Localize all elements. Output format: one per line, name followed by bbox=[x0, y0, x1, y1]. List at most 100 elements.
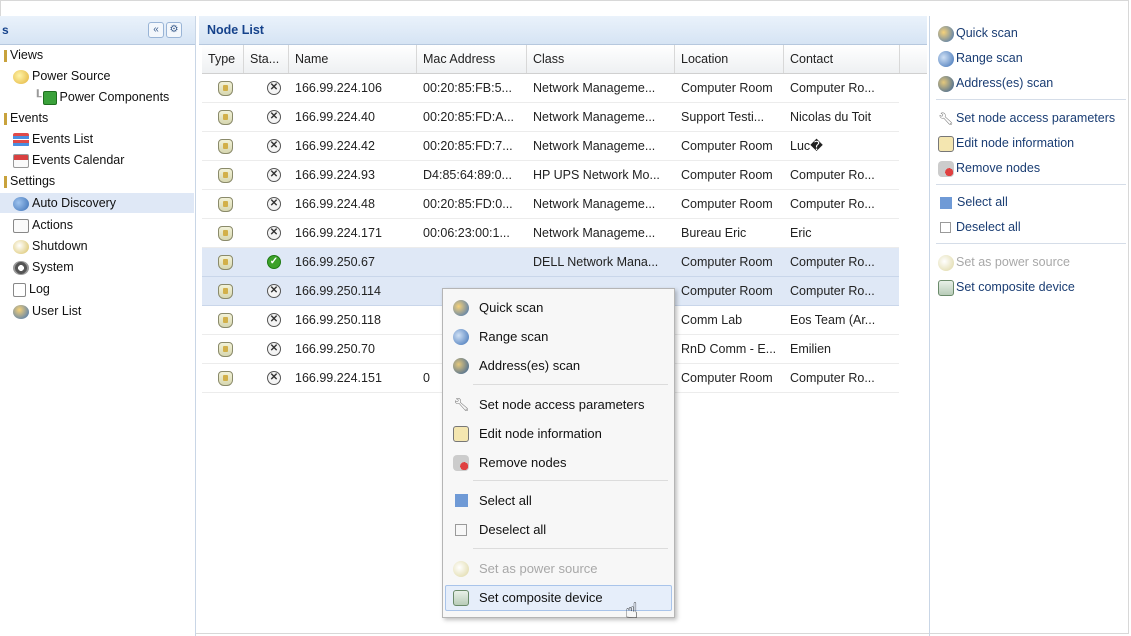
address-scan-icon bbox=[938, 75, 954, 92]
table-row[interactable]: ✕ 166.99.224.48 00:20:85:FD:0... Network Ma… bbox=[202, 190, 899, 219]
cell-contact: Computer Ro... bbox=[790, 81, 875, 95]
remove-icon bbox=[453, 455, 469, 471]
column-header-mac-address[interactable]: Mac Address bbox=[417, 45, 527, 73]
cell-location: Comm Lab bbox=[681, 313, 743, 327]
device-type-icon bbox=[218, 371, 233, 386]
panel-settings-gear-icon[interactable]: ⚙ bbox=[166, 22, 182, 38]
cell-name: 166.99.224.171 bbox=[295, 226, 382, 240]
tree-item-auto-discovery[interactable]: Auto Discovery bbox=[0, 193, 194, 213]
tree-item-system[interactable]: System bbox=[13, 257, 74, 277]
column-header-location[interactable]: Location bbox=[675, 45, 784, 73]
status-error-icon: ✕ bbox=[267, 110, 281, 124]
cell-class: Network Manageme... bbox=[533, 197, 656, 211]
table-row[interactable]: ✕ 166.99.224.42 00:20:85:FD:7... Network Ma… bbox=[202, 132, 899, 161]
action-deselect-all[interactable]: Deselect all bbox=[938, 217, 1021, 237]
menu-item-remove-nodes[interactable]: Remove nodes bbox=[445, 450, 672, 476]
tree-item-shutdown[interactable]: Shutdown bbox=[13, 236, 88, 256]
cell-mac-address: 00:20:85:FD:0... bbox=[423, 197, 513, 211]
tree-item-log[interactable]: Log bbox=[13, 279, 50, 299]
tree-group-events[interactable]: Events bbox=[4, 108, 48, 128]
navigation-panel-header: s « ⚙ bbox=[0, 16, 195, 45]
cell-class: Network Manageme... bbox=[533, 81, 656, 95]
navigation-panel: s « ⚙ Views Power Source ┖ Power Componen… bbox=[0, 16, 196, 636]
node-list-title: Node List bbox=[207, 23, 264, 37]
cell-name: 166.99.250.118 bbox=[295, 313, 381, 327]
address-scan-icon bbox=[453, 358, 469, 374]
table-row[interactable]: ✕ 166.99.224.40 00:20:85:FD:A... Network Ma… bbox=[202, 103, 899, 132]
tree-item-events-calendar[interactable]: Events Calendar bbox=[13, 150, 124, 170]
action-address-scan[interactable]: Address(es) scan bbox=[938, 73, 1053, 93]
column-header-name[interactable]: Name bbox=[289, 45, 417, 73]
cell-class: DELL Network Mana... bbox=[533, 255, 659, 269]
cell-location: Computer Room bbox=[681, 255, 773, 269]
tree-item-power-components[interactable]: ┖ Power Components bbox=[34, 87, 169, 107]
cell-contact: Computer Ro... bbox=[790, 284, 875, 298]
device-type-icon bbox=[218, 110, 233, 125]
cell-class: HP UPS Network Mo... bbox=[533, 168, 660, 182]
cell-name: 166.99.224.40 bbox=[295, 110, 375, 124]
cell-location: Computer Room bbox=[681, 139, 773, 153]
action-remove-nodes[interactable]: Remove nodes bbox=[938, 158, 1040, 178]
cell-contact: Emilien bbox=[790, 342, 831, 356]
device-type-icon bbox=[218, 197, 233, 212]
menu-item-select-all[interactable]: Select all bbox=[445, 488, 672, 514]
cell-name: 166.99.224.151 bbox=[295, 371, 382, 385]
device-type-icon bbox=[218, 139, 233, 154]
tree-item-user-list[interactable]: User List bbox=[13, 301, 81, 321]
collapse-panel-button[interactable]: « bbox=[148, 22, 164, 38]
tree-connector-icon: ┖ bbox=[34, 90, 42, 104]
column-header-status[interactable]: Sta... bbox=[244, 45, 289, 73]
context-menu: Quick scan Range scan Address(es) scan 🔧… bbox=[442, 288, 675, 618]
status-error-icon: ✕ bbox=[267, 139, 281, 153]
cell-contact: Nicolas du Toit bbox=[790, 110, 872, 124]
status-error-icon: ✕ bbox=[267, 168, 281, 182]
status-error-icon: ✕ bbox=[267, 226, 281, 240]
menu-item-address-scan[interactable]: Address(es) scan bbox=[445, 353, 672, 379]
grid-header: Type Sta... Name Mac Address Class Locat… bbox=[202, 45, 927, 74]
wrench-icon: 🔧︎ bbox=[453, 397, 470, 412]
action-set-node-access-parameters[interactable]: 🔧︎ Set node access parameters bbox=[938, 108, 1115, 128]
column-header-class[interactable]: Class bbox=[527, 45, 675, 73]
tree-item-actions[interactable]: Actions bbox=[13, 215, 73, 235]
device-type-icon bbox=[218, 342, 233, 357]
remove-icon bbox=[938, 160, 954, 177]
auto-discovery-icon bbox=[13, 196, 29, 211]
cell-mac-address: 00:20:85:FB:5... bbox=[423, 81, 512, 95]
actions-divider bbox=[936, 184, 1126, 185]
device-type-icon bbox=[218, 226, 233, 241]
cell-mac-address: 00:06:23:00:1... bbox=[423, 226, 510, 240]
cell-contact: Eos Team (Ar... bbox=[790, 313, 876, 327]
menu-item-set-node-access-parameters[interactable]: 🔧︎ Set node access parameters bbox=[445, 392, 672, 418]
menu-item-quick-scan[interactable]: Quick scan bbox=[445, 295, 672, 321]
menu-item-edit-node-information[interactable]: Edit node information bbox=[445, 421, 672, 447]
wrench-icon: 🔧︎ bbox=[938, 111, 954, 126]
cell-mac-address: 00:20:85:FD:A... bbox=[423, 110, 515, 124]
status-error-icon: ✕ bbox=[267, 371, 281, 385]
tree-item-events-list[interactable]: Events List bbox=[13, 129, 93, 149]
action-edit-node-information[interactable]: Edit node information bbox=[938, 133, 1074, 153]
table-row[interactable]: ✕ 166.99.224.93 D4:85:64:89:0... HP UPS Net… bbox=[202, 161, 899, 190]
table-row[interactable]: ✕ 166.99.224.171 00:06:23:00:1... Network M… bbox=[202, 219, 899, 248]
table-row[interactable]: ✓ 166.99.250.67 DELL Network Mana... Comput… bbox=[202, 248, 899, 277]
actions-divider bbox=[936, 99, 1126, 100]
action-range-scan[interactable]: Range scan bbox=[938, 48, 1023, 68]
menu-item-deselect-all[interactable]: Deselect all bbox=[445, 517, 672, 543]
table-row[interactable]: ✕ 166.99.224.106 00:20:85:FB:5... Network M… bbox=[202, 74, 899, 103]
action-set-composite-device[interactable]: Set composite device bbox=[938, 277, 1075, 297]
cell-contact: Luc� bbox=[790, 139, 823, 153]
action-quick-scan[interactable]: Quick scan bbox=[938, 23, 1018, 43]
column-header-contact[interactable]: Contact bbox=[784, 45, 900, 73]
action-select-all[interactable]: Select all bbox=[938, 192, 1008, 212]
tree-group-views[interactable]: Views bbox=[4, 45, 43, 65]
shutdown-icon bbox=[13, 239, 29, 254]
tree-group-settings[interactable]: Settings bbox=[4, 171, 55, 191]
menu-item-range-scan[interactable]: Range scan bbox=[445, 324, 672, 350]
tree-item-power-source[interactable]: Power Source bbox=[13, 66, 111, 86]
column-header-type[interactable]: Type bbox=[202, 45, 244, 73]
range-scan-icon bbox=[938, 50, 954, 67]
quick-scan-icon bbox=[938, 25, 954, 42]
status-error-icon: ✕ bbox=[267, 313, 281, 327]
cell-location: Computer Room bbox=[681, 371, 773, 385]
status-error-icon: ✕ bbox=[267, 342, 281, 356]
cell-contact: Computer Ro... bbox=[790, 168, 875, 182]
